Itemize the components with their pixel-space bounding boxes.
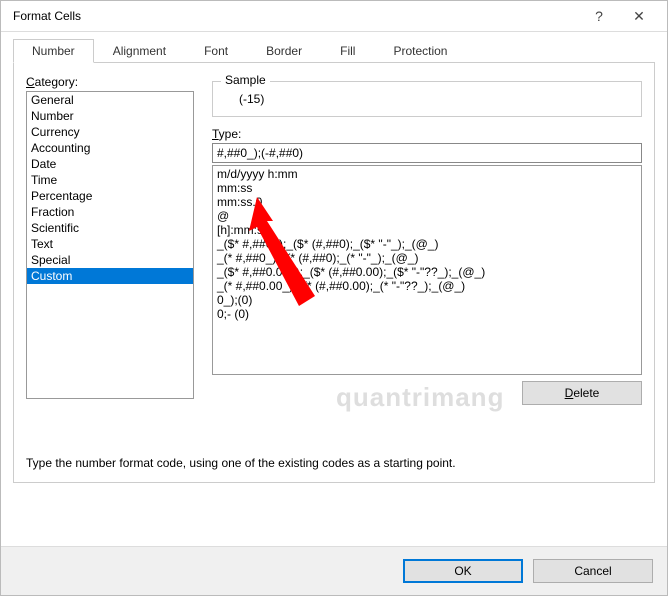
dialog-body: NumberAlignmentFontBorderFillProtection … [1,32,667,546]
format-item[interactable]: _(* #,##0_);_(* (#,##0);_(* "-"_);_(@_) [215,251,639,265]
tab-number[interactable]: Number [13,39,94,63]
category-item-percentage[interactable]: Percentage [27,188,193,204]
sample-label: Sample [221,73,270,87]
category-item-number[interactable]: Number [27,108,193,124]
delete-button[interactable]: Delete [522,381,642,405]
category-listbox[interactable]: GeneralNumberCurrencyAccountingDateTimeP… [26,91,194,399]
category-item-accounting[interactable]: Accounting [27,140,193,156]
tab-protection[interactable]: Protection [374,39,466,63]
format-item[interactable]: _($* #,##0.00_);_($* (#,##0.00);_($* "-"… [215,265,639,279]
category-item-special[interactable]: Special [27,252,193,268]
type-input[interactable] [212,143,642,163]
titlebar: Format Cells ? ✕ [1,1,667,32]
tab-font[interactable]: Font [185,39,247,63]
format-item[interactable]: 0;- (0) [215,307,639,321]
dialog-footer: OK Cancel [1,546,667,595]
format-item[interactable]: [h]:mm:ss [215,223,639,237]
help-button[interactable]: ? [579,8,619,24]
hint-text: Type the number format code, using one o… [26,456,456,470]
category-item-date[interactable]: Date [27,156,193,172]
format-item[interactable]: mm:ss.0 [215,195,639,209]
format-item[interactable]: 0_);(0) [215,293,639,307]
tab-alignment[interactable]: Alignment [94,39,185,63]
tab-border[interactable]: Border [247,39,321,63]
format-item[interactable]: mm:ss [215,181,639,195]
type-label: Type: [212,127,642,141]
format-listbox[interactable]: m/d/yyyy h:mmmm:ssmm:ss.0@[h]:mm:ss_($* … [212,165,642,375]
category-label: Category: [26,75,194,89]
category-item-currency[interactable]: Currency [27,124,193,140]
sample-value: (-15) [221,86,633,106]
format-item[interactable]: @ [215,209,639,223]
format-item[interactable]: _($* #,##0_);_($* (#,##0);_($* "-"_);_(@… [215,237,639,251]
tabstrip: NumberAlignmentFontBorderFillProtection [13,38,655,63]
format-cells-dialog: Format Cells ? ✕ NumberAlignmentFontBord… [0,0,668,596]
format-item[interactable]: _(* #,##0.00_);_(* (#,##0.00);_(* "-"??_… [215,279,639,293]
category-item-text[interactable]: Text [27,236,193,252]
close-button[interactable]: ✕ [619,8,659,25]
tab-content-number: Category: GeneralNumberCurrencyAccountin… [13,63,655,483]
sample-groupbox: Sample (-15) [212,81,642,117]
category-item-time[interactable]: Time [27,172,193,188]
category-item-scientific[interactable]: Scientific [27,220,193,236]
category-item-custom[interactable]: Custom [27,268,193,284]
format-item[interactable]: m/d/yyyy h:mm [215,167,639,181]
category-item-fraction[interactable]: Fraction [27,204,193,220]
tab-fill[interactable]: Fill [321,39,374,63]
ok-button[interactable]: OK [403,559,523,583]
category-item-general[interactable]: General [27,92,193,108]
window-title: Format Cells [13,9,579,23]
cancel-button[interactable]: Cancel [533,559,653,583]
